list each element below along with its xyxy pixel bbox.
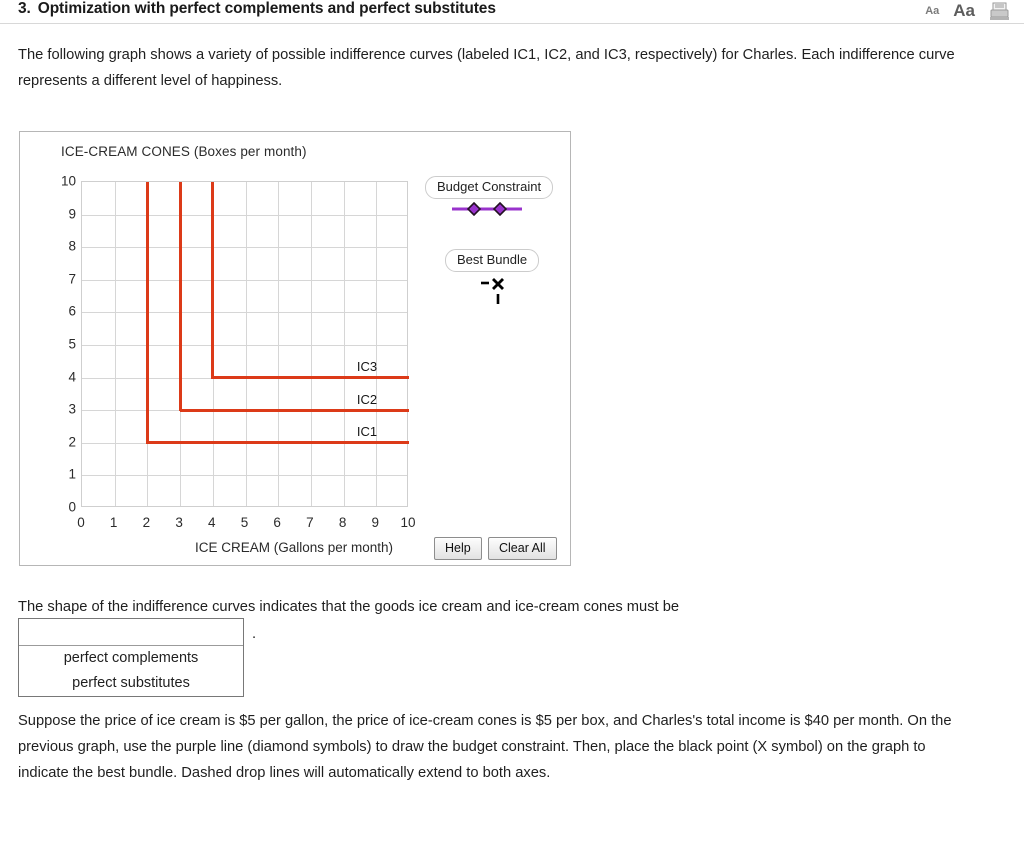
y-tick-label: 0 <box>68 499 76 515</box>
x-tick-label: 9 <box>371 515 380 530</box>
x-tick-label: 1 <box>109 515 118 530</box>
gridline-h <box>82 214 407 216</box>
goods-type-dropdown[interactable]: perfect complements perfect substitutes <box>18 618 244 697</box>
legend-budget-constraint-label[interactable]: Budget Constraint <box>425 176 554 199</box>
x-tick-label: 4 <box>208 515 216 530</box>
clear-button[interactable]: Clear All <box>488 537 557 560</box>
y-tick-label: 2 <box>68 434 76 450</box>
ic1-horizontal-segment <box>147 441 409 445</box>
y-axis-title: ICE-CREAM CONES (Boxes per month) <box>61 144 307 159</box>
y-tick-label: 9 <box>68 206 76 222</box>
gridline-h <box>82 247 407 249</box>
intro-paragraph: The following graph shows a variety of p… <box>18 47 955 89</box>
x-tick-label: 3 <box>175 515 183 530</box>
y-tick-label: 5 <box>68 336 76 352</box>
question-title: Optimization with perfect complements an… <box>37 0 496 17</box>
font-decrease-button[interactable]: Aa <box>925 5 939 17</box>
page-header: 3. Optimization with perfect complements … <box>0 0 1024 24</box>
y-tick-label: 6 <box>68 303 76 319</box>
y-axis-ticks: 10 9 8 7 6 5 4 3 2 1 0 <box>46 174 76 515</box>
dropdown-selected-value[interactable] <box>19 619 243 646</box>
question-number: 3. <box>18 0 31 17</box>
suppose-paragraph: Suppose the price of ice cream is $5 per… <box>18 713 952 781</box>
y-tick-label: 7 <box>68 271 76 287</box>
ic2-label: IC2 <box>356 391 378 407</box>
ic3-horizontal-segment <box>212 376 409 380</box>
x-tick-label: 0 <box>77 515 85 530</box>
gridline-h <box>82 312 407 314</box>
legend-best-bundle-label[interactable]: Best Bundle <box>445 249 540 272</box>
dropdown-option-perfect-substitutes[interactable]: perfect substitutes <box>19 671 243 696</box>
y-tick-label: 1 <box>68 466 76 482</box>
y-tick-label: 4 <box>68 369 76 385</box>
gridline-v <box>245 182 247 506</box>
header-divider <box>0 23 1024 24</box>
dropdown-option-perfect-complements[interactable]: perfect complements <box>19 646 243 671</box>
y-tick-label: 3 <box>68 401 76 417</box>
x-tick-label: 6 <box>273 515 281 530</box>
ic3-vertical-segment <box>211 182 215 379</box>
page-title: 3. Optimization with perfect complements … <box>18 0 496 18</box>
gridline-h <box>82 475 407 477</box>
x-axis-title: ICE CREAM (Gallons per month) <box>195 540 394 555</box>
plot-area[interactable]: IC3 IC2 IC1 <box>81 181 409 507</box>
black-x-point-icon[interactable] <box>480 272 514 308</box>
y-tick-label: 8 <box>68 238 76 254</box>
purple-diamond-line-icon[interactable] <box>450 201 524 217</box>
help-button[interactable]: Help <box>434 537 482 560</box>
y-tick-label: 10 <box>60 173 76 189</box>
ic2-horizontal-segment <box>180 408 409 412</box>
x-tick-label: 5 <box>240 515 249 530</box>
gridline-h <box>82 345 407 346</box>
ic1-label: IC1 <box>356 424 378 439</box>
x-tick-label: 8 <box>338 515 347 530</box>
gridline-v <box>343 182 345 506</box>
graph-panel: ICE-CREAM CONES (Boxes per month) IC3 IC… <box>19 131 571 566</box>
gridline-v <box>114 182 116 506</box>
ic2-vertical-segment <box>178 182 182 412</box>
gridline-h <box>82 279 407 281</box>
ic1-vertical-segment <box>145 182 149 444</box>
ic3-label: IC3 <box>356 359 378 374</box>
x-axis-ticks: 0 1 2 3 4 5 6 7 8 9 10 <box>77 515 415 535</box>
gridline-v <box>376 182 378 506</box>
x-tick-label: 10 <box>400 515 416 530</box>
x-tick-label: 2 <box>142 515 151 530</box>
sentence-period: . <box>252 626 257 642</box>
gridline-v <box>310 182 312 506</box>
header-tools: Aa Aa <box>925 1 1010 21</box>
shape-question-text: The shape of the indifference curves ind… <box>18 599 680 615</box>
gridline-v <box>278 182 280 506</box>
print-icon[interactable] <box>989 2 1010 21</box>
x-tick-label: 7 <box>306 515 314 530</box>
font-increase-button[interactable]: Aa <box>953 1 975 21</box>
